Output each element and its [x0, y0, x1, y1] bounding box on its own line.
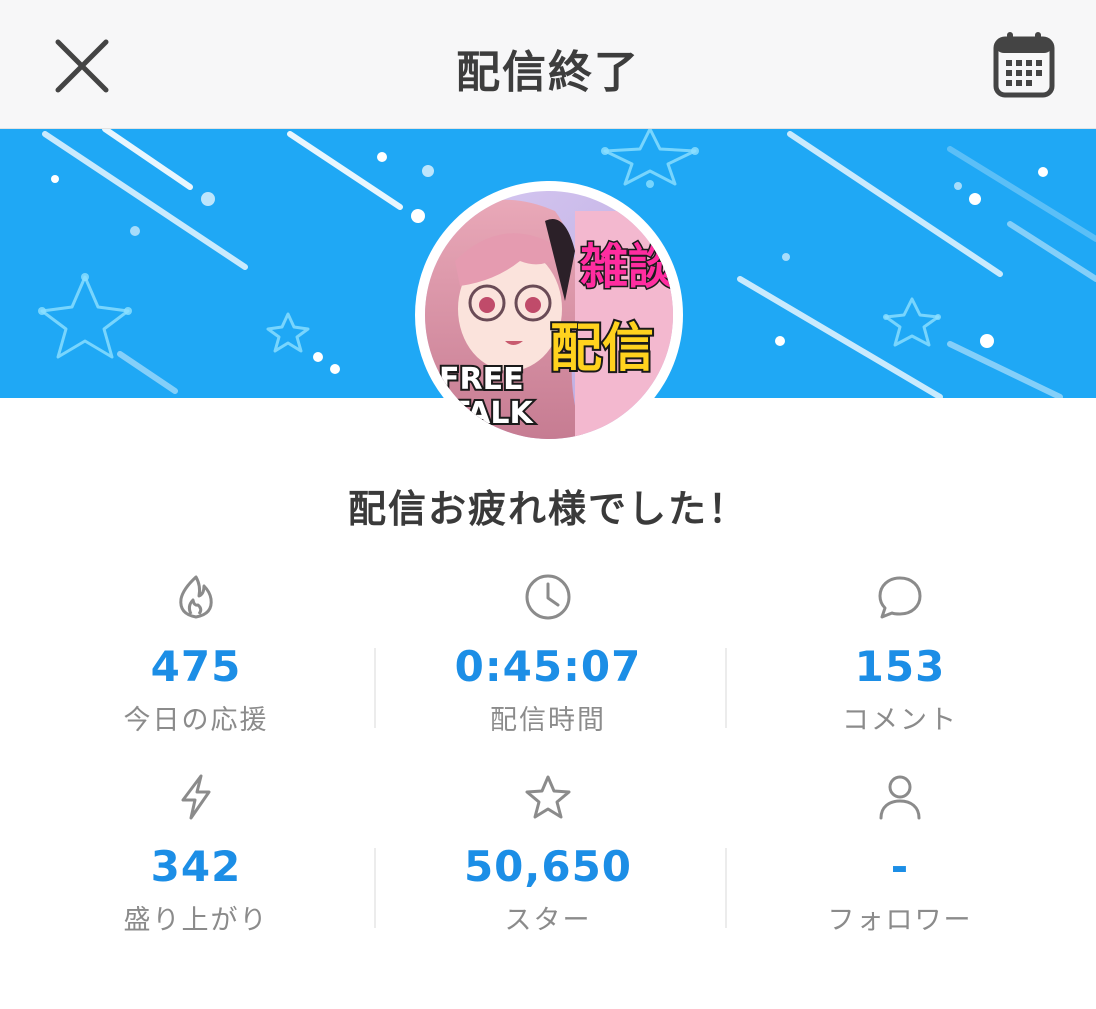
streamer-avatar[interactable]: 雑談 配信 FREE TALK: [415, 181, 683, 449]
stat-label: コメント: [842, 705, 958, 736]
person-icon: [879, 775, 921, 820]
calendar-button[interactable]: [988, 28, 1060, 100]
calendar-icon: [993, 32, 1055, 98]
svg-text:雑談: 雑談: [579, 239, 673, 295]
stat-support: 475 今日の応援: [20, 560, 372, 750]
stat-excitement: 342 盛り上がり: [20, 760, 372, 950]
stat-label: 今日の応援: [123, 705, 269, 736]
stat-divider: [374, 648, 376, 728]
svg-text:FREE: FREE: [439, 362, 524, 397]
stat-label: 盛り上がり: [123, 905, 269, 936]
stat-label: スター: [504, 905, 592, 936]
stat-value: 0:45:07: [454, 642, 642, 691]
header-bar: 配信終了: [0, 0, 1096, 129]
stat-value: 153: [854, 642, 946, 691]
avatar-image: 雑談 配信 FREE TALK: [425, 191, 673, 439]
star-icon: [525, 775, 571, 819]
thanks-message: 配信お疲れ様でした！: [347, 487, 748, 531]
lightning-icon: [181, 774, 211, 820]
stat-divider: [374, 848, 376, 928]
stat-divider: [725, 648, 727, 728]
stat-value: -: [890, 842, 910, 891]
flame-icon: [179, 575, 213, 619]
stat-followers: - フォロワー: [724, 760, 1076, 950]
stat-stars: 50,650 スター: [372, 760, 724, 950]
clock-icon: [525, 574, 571, 620]
stat-label: 配信時間: [490, 705, 606, 736]
stat-label: フォロワー: [827, 905, 973, 936]
page-title: 配信終了: [456, 47, 640, 98]
stat-duration: 0:45:07 配信時間: [372, 560, 724, 750]
stat-value: 342: [150, 842, 242, 891]
stat-divider: [725, 848, 727, 928]
stat-value: 475: [150, 642, 242, 691]
stat-comments: 153 コメント: [724, 560, 1076, 750]
svg-text:配信: 配信: [550, 319, 654, 379]
stat-value: 50,650: [463, 842, 633, 891]
speech-bubble-icon: [878, 576, 922, 619]
svg-text:TALK: TALK: [449, 396, 534, 431]
stats-grid: 475 今日の応援 0:45:07 配信時間 153 コメント 342 盛り上が…: [20, 560, 1076, 960]
